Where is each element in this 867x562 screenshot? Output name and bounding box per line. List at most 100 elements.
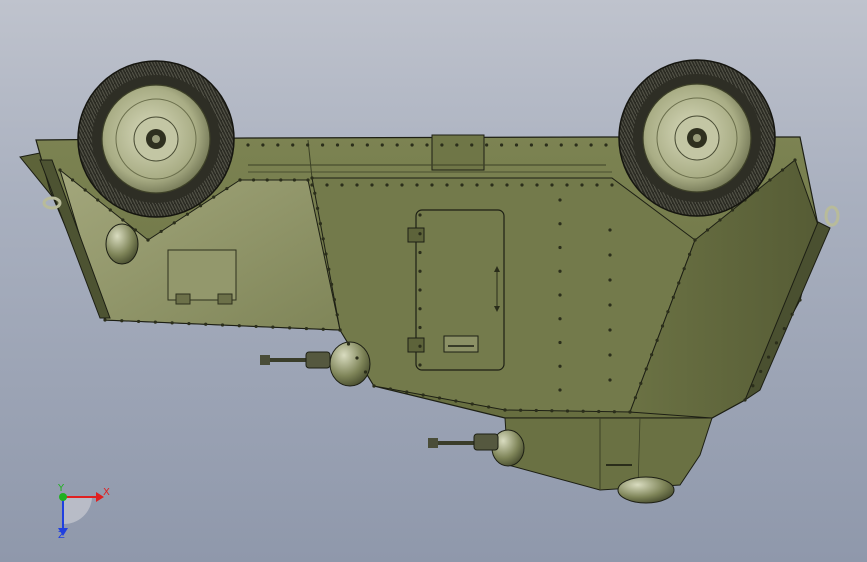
rivet [768, 178, 772, 182]
rivet [153, 320, 157, 324]
rivet [271, 325, 275, 329]
triad-y-axis [59, 493, 67, 501]
rivet [318, 222, 322, 226]
rivet [172, 221, 176, 225]
rivet [313, 191, 317, 195]
rivet [534, 408, 538, 413]
rivet [310, 176, 314, 180]
rivet [306, 143, 310, 147]
rivet [644, 367, 648, 371]
rivet [595, 183, 599, 187]
rivet [108, 208, 112, 212]
rivet [324, 252, 328, 256]
rivet [759, 369, 763, 374]
rivet [355, 356, 359, 360]
rivet [666, 310, 670, 314]
model-canvas[interactable] [0, 0, 867, 562]
rivet [83, 188, 87, 192]
rivet [499, 143, 504, 147]
rivet [430, 183, 434, 187]
rivet [418, 269, 422, 273]
rivet [558, 269, 562, 273]
rivet [608, 228, 612, 232]
rivet [418, 288, 422, 292]
rivet [671, 295, 675, 299]
rivet [608, 303, 612, 307]
rivet [514, 143, 519, 147]
door-hinge-top [407, 227, 425, 243]
rivet [682, 267, 686, 271]
machine-gun-front [260, 351, 331, 369]
rivet [120, 319, 124, 323]
rivet [650, 353, 654, 357]
rivet [677, 281, 681, 285]
rivet [316, 206, 320, 210]
rivet [589, 143, 593, 147]
rivet [558, 293, 562, 297]
rivet [395, 143, 399, 147]
rivet [608, 353, 612, 357]
rivet [385, 183, 389, 187]
rivet [418, 250, 422, 255]
rivet [445, 183, 449, 187]
rivet [718, 218, 722, 222]
rivet [597, 409, 601, 414]
rivet [730, 208, 735, 212]
door-handle [443, 335, 479, 353]
rivet [550, 183, 554, 187]
rivet [350, 143, 355, 147]
rivet [487, 405, 491, 409]
rivet [505, 183, 509, 187]
rivet [610, 183, 614, 187]
rivet [544, 143, 548, 147]
door-hinge-bottom [407, 337, 425, 353]
left-wheel [77, 60, 235, 218]
rivet [633, 396, 638, 400]
rivet [327, 267, 331, 271]
rivet [535, 183, 539, 187]
rivet [418, 344, 422, 348]
rivet [418, 363, 422, 367]
rivet [604, 143, 608, 147]
rivet [558, 245, 562, 250]
rivet [628, 410, 632, 414]
rivet [687, 252, 692, 256]
rivet [321, 237, 325, 241]
rivet [332, 298, 336, 302]
rivet [475, 183, 479, 187]
rivet [608, 328, 612, 332]
right-tow-hook [824, 205, 840, 227]
rivet [388, 387, 392, 391]
rivet [520, 183, 524, 187]
rivet [237, 324, 241, 328]
rivet [370, 183, 374, 187]
rivet [559, 143, 563, 147]
rivet [798, 298, 802, 302]
rivet [415, 183, 419, 187]
rivet [766, 355, 771, 359]
rivet [372, 384, 376, 388]
rivet [136, 319, 141, 324]
rivet [774, 341, 779, 345]
rivet [418, 232, 422, 236]
rivet [574, 143, 578, 147]
rivet [380, 143, 384, 147]
rivet [225, 186, 229, 191]
rear-dome [617, 476, 675, 504]
rivet [252, 178, 256, 182]
rivet [793, 158, 797, 162]
rivet [325, 183, 329, 187]
rivet [70, 178, 75, 182]
rivet [103, 318, 107, 322]
rivet [265, 178, 269, 182]
rivet [693, 238, 697, 242]
rivet [503, 408, 507, 412]
rivet [660, 324, 665, 328]
rivet [418, 307, 422, 311]
cad-viewport[interactable]: X Y Z [0, 0, 867, 562]
rivet [519, 408, 523, 412]
rivet [291, 143, 295, 147]
rivet [254, 324, 258, 329]
rivet [558, 364, 562, 368]
center-dome [329, 341, 371, 387]
